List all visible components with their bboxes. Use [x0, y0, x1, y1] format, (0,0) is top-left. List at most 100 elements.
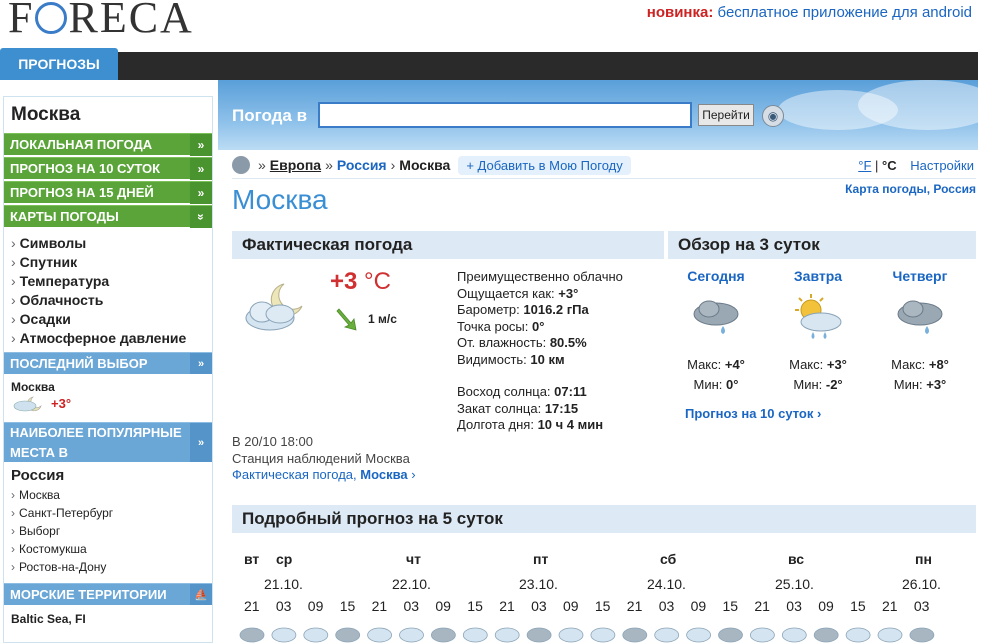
max-temp: Макс: +8° [880, 355, 960, 375]
weather-symbol-icon [877, 627, 903, 643]
weather-map-link[interactable]: Карта погоды, Россия [845, 182, 976, 196]
feels-like-row: Ощущается как: +3° [457, 286, 623, 303]
popular-city-item[interactable]: Санкт-Петербург [11, 504, 212, 522]
go-button[interactable]: Перейти [698, 104, 754, 126]
unit-celsius[interactable]: °C [882, 158, 897, 173]
sea-item[interactable]: Baltic Sea, FI [4, 605, 212, 633]
observed-at: В 20/10 18:00 [232, 434, 313, 449]
sidebar-item-label: ПРОГНОЗ НА 10 СУТОК [10, 161, 161, 176]
promo-new-label: новинка: [646, 4, 714, 21]
weather-symbol-icon [654, 627, 680, 643]
sidebar-item-local-weather[interactable]: ЛОКАЛЬНАЯ ПОГОДА » [4, 133, 212, 156]
observation-station: Станция наблюдений Москва [232, 450, 410, 466]
popular-city-item[interactable]: Костомукша [11, 540, 212, 558]
popular-places-header[interactable]: НАИБОЛЕЕ ПОПУЛЯРНЫЕ МЕСТА В » [4, 422, 212, 462]
forecast-hour: 21 [244, 598, 260, 614]
forecast-hour: 03 [786, 598, 802, 614]
forecast-hour: 09 [690, 598, 707, 614]
dew-point-value: 0° [532, 318, 545, 334]
forecast-hour: 09 [435, 598, 451, 614]
current-weather-link-prefix: Фактическая погода, [232, 467, 361, 482]
sailboat-icon: ⛵ [190, 584, 212, 605]
popular-city-item[interactable]: Ростов-на-Дону [11, 558, 212, 576]
max-temp: Макс: +3° [778, 355, 858, 375]
popular-city-item[interactable]: Выборг [11, 522, 212, 540]
sea-territories-header[interactable]: МОРСКИЕ ТЕРРИТОРИИ ⛵ [4, 583, 212, 605]
forecast-hour: 09 [818, 598, 834, 614]
sidebar: Москва ЛОКАЛЬНАЯ ПОГОДА » ПРОГНОЗ НА 10 С… [3, 96, 213, 643]
search-input[interactable] [318, 102, 692, 128]
sidebar-item-label: КАРТЫ ПОГОДЫ [10, 209, 119, 224]
divider [232, 178, 976, 179]
breadcrumb-russia[interactable]: Россия [337, 157, 387, 173]
map-item-cloudiness[interactable]: Облачность [11, 291, 212, 310]
android-promo[interactable]: новинка: бесплатное приложение для andro… [647, 4, 972, 21]
promo-text[interactable]: бесплатное приложение для android [718, 4, 972, 21]
min-temp: Мин: 0° [676, 375, 756, 395]
tab-forecasts[interactable]: ПРОГНОЗЫ [0, 48, 118, 80]
sidebar-item-10-day[interactable]: ПРОГНОЗ НА 10 СУТОК » [4, 157, 212, 180]
ten-day-forecast-link[interactable]: Прогноз на 10 суток › [685, 406, 821, 421]
sunrise-label: Восход солнца: [457, 384, 555, 399]
map-item-temperature[interactable]: Температура [11, 272, 212, 291]
cloud-rain-icon [693, 300, 739, 334]
day-name[interactable]: Четверг [880, 268, 960, 290]
unit-fahrenheit[interactable]: °F [858, 158, 871, 173]
max-temp-value: +4° [724, 357, 745, 372]
day-name[interactable]: Завтра [778, 268, 858, 290]
forecast-date: 26.10. [902, 576, 941, 592]
partly-cloudy-night-icon [13, 396, 42, 412]
pressure-label: Барометр: [457, 302, 524, 317]
breadcrumb: » Европа » Россия › Москва + Добавить в … [232, 154, 631, 176]
day-name: пт [533, 551, 549, 567]
sidebar-city: Москва [11, 104, 81, 125]
forecast-hour: 03 [531, 598, 547, 614]
sidebar-item-weather-maps[interactable]: КАРТЫ ПОГОДЫ » [4, 205, 212, 228]
day-today: Сегодня Макс: +4° Мин: 0° [676, 268, 756, 395]
map-item-pressure[interactable]: Атмосферное давление [11, 329, 212, 348]
breadcrumb-europe[interactable]: Европа [270, 157, 321, 173]
map-item-satellite[interactable]: Спутник [11, 253, 212, 272]
map-item-precipitation[interactable]: Осадки [11, 310, 212, 329]
popular-city-item[interactable]: Москва [11, 486, 212, 504]
globe-icon[interactable]: ◉ [762, 105, 784, 127]
last-choice-label: ПОСЛЕДНИЙ ВЫБОР [10, 356, 148, 371]
sun-cloud-rain-icon [795, 294, 842, 339]
current-weather-link[interactable]: Фактическая погода, Москва › [232, 467, 416, 484]
foreca-logo[interactable]: F RECA [8, 0, 194, 40]
day-thursday: Четверг Макс: +8° Мин: +3° [880, 268, 960, 395]
map-item-symbols[interactable]: Символы [11, 234, 212, 253]
temperature-unit: °C [357, 268, 391, 295]
forecast-hour: 15 [722, 598, 739, 614]
current-weather-heading: Фактическая погода [232, 231, 664, 259]
weather-symbol-icon [750, 627, 775, 643]
humidity-row: От. влажность: 80.5% [457, 335, 623, 352]
sidebar-item-15-day[interactable]: ПРОГНОЗ НА 15 ДНЕЙ » [4, 181, 212, 204]
min-temp-label: Мин: [793, 377, 826, 392]
last-choice-header[interactable]: ПОСЛЕДНИЙ ВЫБОР » [4, 352, 212, 374]
weather-symbol-icon [622, 627, 648, 643]
forecast-hour: 09 [307, 598, 324, 614]
unit-separator: | [875, 158, 879, 173]
min-temp-value: 0° [726, 377, 739, 392]
condition-text: Преимущественно облачно [457, 269, 623, 284]
forecast-date: 22.10. [392, 576, 431, 592]
weather-symbol-icon [335, 627, 361, 643]
five-day-day-names: вт ср чт пт сб вс пн [232, 551, 976, 569]
day-length-row: Долгота дня: 10 ч 4 мин [457, 417, 623, 434]
add-to-my-weather-button[interactable]: + Добавить в Мою Погоду [458, 155, 631, 175]
last-choice-item[interactable]: Москва +3° [4, 374, 212, 422]
day-name: вт [244, 551, 260, 567]
day-name: пн [915, 551, 932, 567]
double-chevron-right-icon: » [190, 133, 212, 156]
day-name[interactable]: Сегодня [676, 268, 756, 290]
forecast-hour: 09 [563, 598, 579, 614]
pressure-value: 1016.2 гПа [523, 302, 589, 317]
wind-speed: 1 м/с [368, 312, 397, 326]
map-types-list: Символы Спутник Температура Облачность О… [4, 229, 212, 352]
temperature-value: +3 [330, 268, 358, 295]
forecast-hour: 15 [467, 598, 483, 614]
max-temp-label: Макс: [789, 357, 827, 372]
double-chevron-right-icon: » [190, 181, 212, 204]
settings-link[interactable]: Настройки [910, 158, 974, 173]
